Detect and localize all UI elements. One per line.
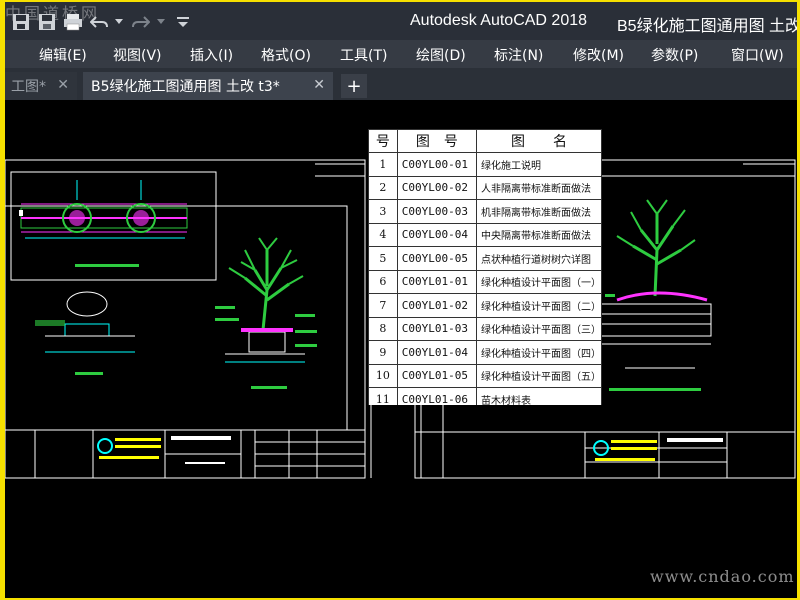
row-no: 9 bbox=[368, 340, 398, 365]
menu-modify[interactable]: 修改(M) bbox=[573, 45, 624, 65]
redo-dropdown-icon[interactable] bbox=[157, 12, 165, 32]
file-tab-strip: 工图* ✕ B5绿化施工图通用图 土改 t3* ✕ + bbox=[5, 68, 797, 100]
table-row: 5 C00YL00-05 点状种植行道树树穴详图 bbox=[368, 246, 602, 271]
quick-access-toolbar bbox=[11, 12, 199, 32]
menu-dimension[interactable]: 标注(N) bbox=[494, 45, 543, 65]
app-title: Autodesk AutoCAD 2018 bbox=[410, 12, 588, 29]
tab-label: B5绿化施工图通用图 土改 t3* bbox=[91, 79, 280, 95]
menu-draw[interactable]: 绘图(D) bbox=[416, 45, 466, 65]
row-no: 6 bbox=[368, 269, 398, 294]
menu-insert[interactable]: 插入(I) bbox=[190, 45, 233, 65]
table-header-row: 号 图 号 图 名 bbox=[368, 129, 602, 153]
close-icon[interactable]: ✕ bbox=[57, 77, 69, 93]
table-row: 1 C00YL00-01 绿化施工说明 bbox=[368, 152, 602, 177]
new-tab-button[interactable]: + bbox=[341, 74, 367, 98]
print-icon[interactable] bbox=[63, 12, 83, 32]
row-code: C00YL00-02 bbox=[396, 175, 478, 200]
table-row: 7 C00YL01-02 绿化种植设计平面图（二） bbox=[368, 293, 602, 318]
row-title: 人非隔离带标准断面做法 bbox=[476, 175, 602, 200]
save-as-icon[interactable] bbox=[37, 12, 57, 32]
drawing-canvas[interactable]: 号 图 号 图 名 1 C00YL00-01 绿化施工说明 2 C00YL00-02 人… bbox=[5, 100, 797, 598]
customize-icon[interactable] bbox=[173, 12, 193, 32]
row-no: 2 bbox=[368, 175, 398, 200]
row-code: C00YL00-01 bbox=[396, 152, 478, 177]
menu-view[interactable]: 视图(V) bbox=[113, 45, 162, 65]
menu-bar: 编辑(E) 视图(V) 插入(I) 格式(O) 工具(T) 绘图(D) 标注(N… bbox=[5, 40, 797, 68]
table-row: 2 C00YL00-02 人非隔离带标准断面做法 bbox=[368, 175, 602, 200]
row-title: 绿化种植设计平面图（三） bbox=[476, 316, 602, 341]
tab-label: 工图* bbox=[11, 79, 46, 95]
row-title: 绿化种植设计平面图（一） bbox=[476, 269, 602, 294]
row-code: C00YL00-05 bbox=[396, 246, 478, 271]
table-row: 4 C00YL00-04 中央隔离带标准断面做法 bbox=[368, 222, 602, 247]
close-icon[interactable]: ✕ bbox=[313, 77, 325, 93]
row-code: C00YL01-05 bbox=[396, 363, 478, 388]
row-no: 5 bbox=[368, 246, 398, 271]
row-code: C00YL01-01 bbox=[396, 269, 478, 294]
tab-current-drawing[interactable]: B5绿化施工图通用图 土改 t3* ✕ bbox=[83, 72, 333, 100]
menu-format[interactable]: 格式(O) bbox=[261, 45, 311, 65]
row-no: 10 bbox=[368, 363, 398, 388]
row-title: 绿化种植设计平面图（四） bbox=[476, 340, 602, 365]
menu-window[interactable]: 窗口(W) bbox=[731, 45, 784, 65]
header-code: 图 号 bbox=[396, 129, 478, 153]
row-no: 11 bbox=[368, 387, 398, 405]
row-code: C00YL00-04 bbox=[396, 222, 478, 247]
table-row: 8 C00YL01-03 绿化种植设计平面图（三） bbox=[368, 316, 602, 341]
row-title: 绿化施工说明 bbox=[476, 152, 602, 177]
row-code: C00YL01-04 bbox=[396, 340, 478, 365]
header-no: 号 bbox=[368, 129, 398, 153]
row-title: 苗木材料表 bbox=[476, 387, 602, 405]
undo-dropdown-icon[interactable] bbox=[115, 12, 123, 32]
table-row: 3 C00YL00-03 机非隔离带标准断面做法 bbox=[368, 199, 602, 224]
row-title: 中央隔离带标准断面做法 bbox=[476, 222, 602, 247]
window-frame-left bbox=[0, 0, 5, 600]
document-title: B5绿化施工图通用图 土改 t bbox=[617, 18, 800, 35]
row-title: 点状种植行道树树穴详图 bbox=[476, 246, 602, 271]
drawing-index-table: 号 图 号 图 名 1 C00YL00-01 绿化施工说明 2 C00YL00-02 人… bbox=[368, 129, 602, 405]
row-code: C00YL01-02 bbox=[396, 293, 478, 318]
row-no: 8 bbox=[368, 316, 398, 341]
table-row: 9 C00YL01-04 绿化种植设计平面图（四） bbox=[368, 340, 602, 365]
row-code: C00YL01-03 bbox=[396, 316, 478, 341]
menu-edit[interactable]: 编辑(E) bbox=[39, 45, 87, 65]
watermark-url: www.cndao.com bbox=[650, 567, 795, 586]
header-title: 图 名 bbox=[476, 129, 602, 153]
row-code: C00YL00-03 bbox=[396, 199, 478, 224]
row-no: 3 bbox=[368, 199, 398, 224]
row-no: 1 bbox=[368, 152, 398, 177]
row-title: 绿化种植设计平面图（二） bbox=[476, 293, 602, 318]
redo-icon[interactable] bbox=[131, 12, 151, 32]
tab-previous-drawing[interactable]: 工图* ✕ bbox=[5, 72, 77, 100]
menu-tools[interactable]: 工具(T) bbox=[340, 45, 387, 65]
save-icon[interactable] bbox=[11, 12, 31, 32]
table-row: 6 C00YL01-01 绿化种植设计平面图（一） bbox=[368, 269, 602, 294]
title-bar: 中国道桥网 Autodesk AutoCAD 2018 B5绿化施工图通用图 土… bbox=[5, 2, 800, 40]
row-code: C00YL01-06 bbox=[396, 387, 478, 405]
row-title: 机非隔离带标准断面做法 bbox=[476, 199, 602, 224]
row-no: 7 bbox=[368, 293, 398, 318]
row-title: 绿化种植设计平面图（五） bbox=[476, 363, 602, 388]
table-row: 11 C00YL01-06 苗木材料表 bbox=[368, 387, 602, 405]
undo-icon[interactable] bbox=[89, 12, 109, 32]
row-no: 4 bbox=[368, 222, 398, 247]
table-row: 10 C00YL01-05 绿化种植设计平面图（五） bbox=[368, 363, 602, 388]
menu-parametric[interactable]: 参数(P) bbox=[651, 45, 698, 65]
